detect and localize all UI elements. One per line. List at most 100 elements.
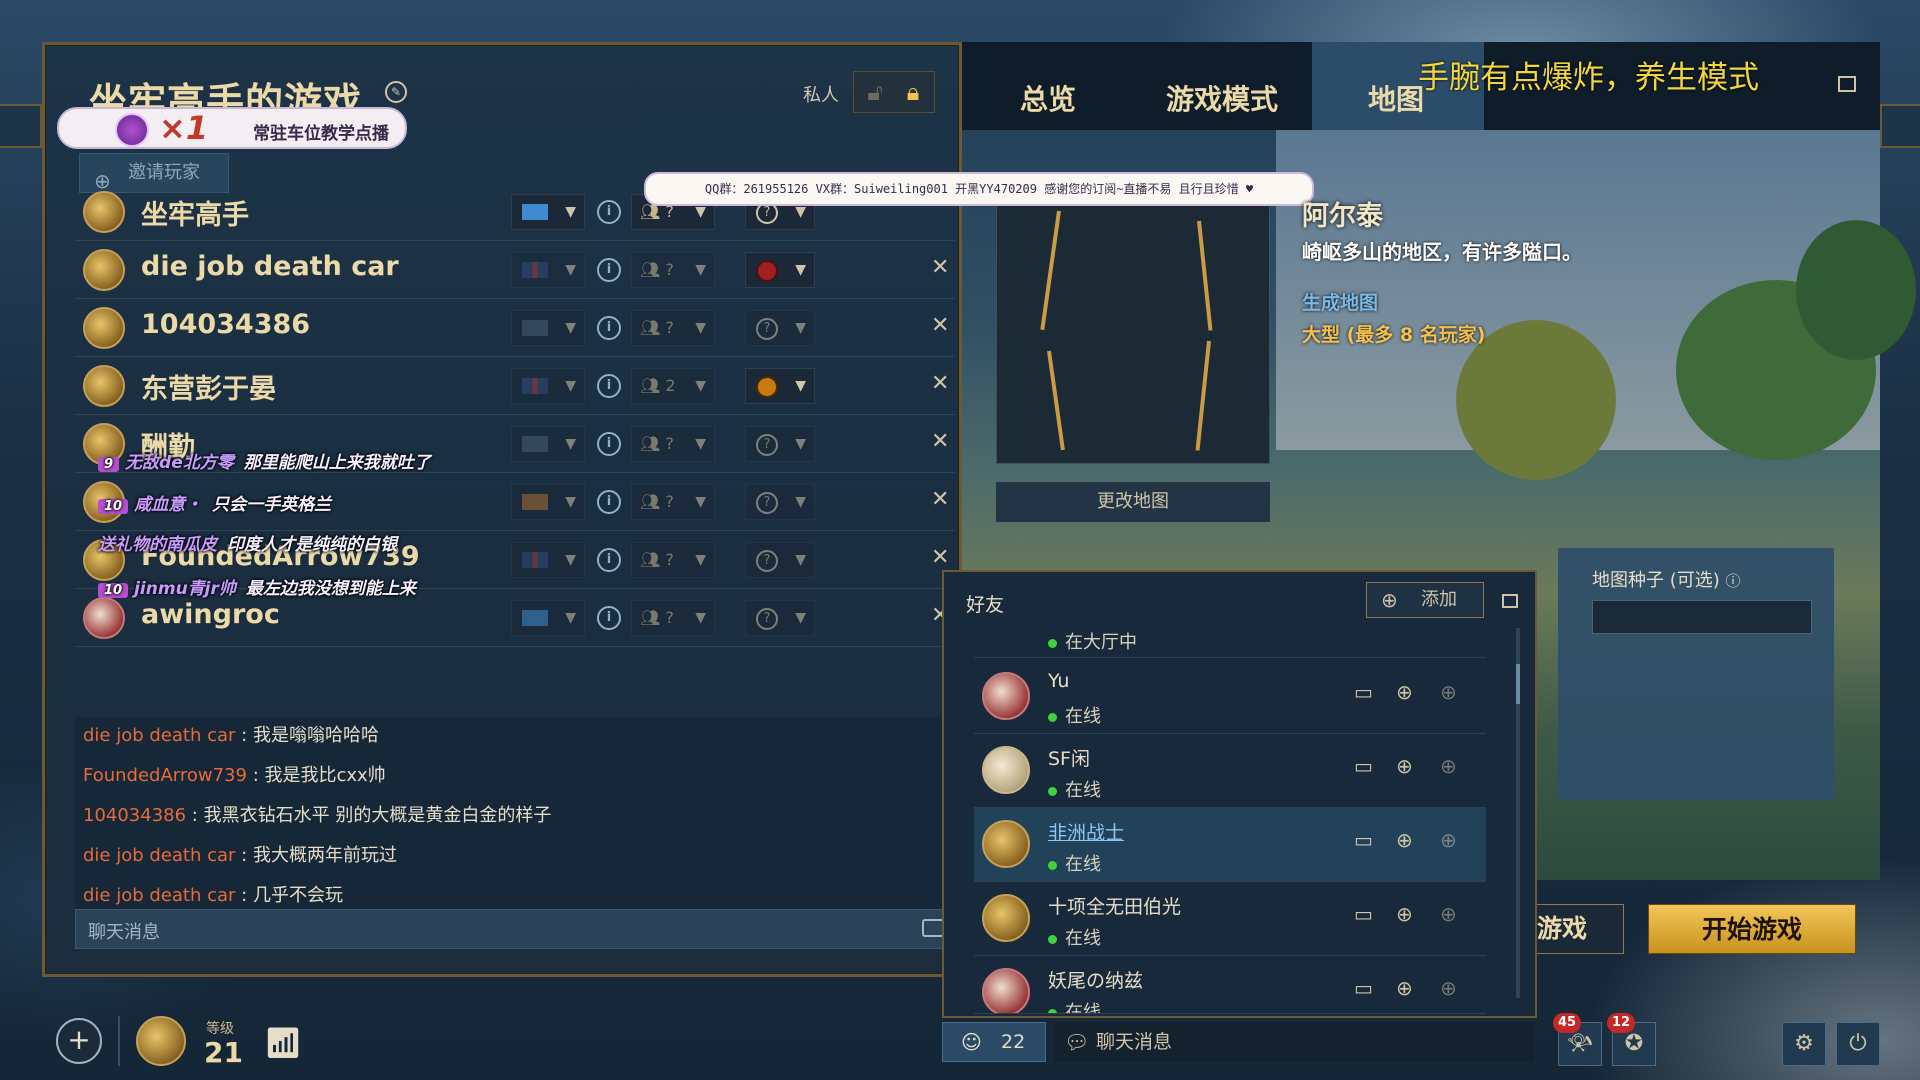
info-icon[interactable]: i <box>597 200 621 224</box>
private-toggle[interactable]: 🔓︎ 🔒︎ <box>853 71 935 113</box>
kick-icon[interactable]: ✕ <box>931 371 949 396</box>
invite-icon[interactable]: ⊕ <box>1396 976 1413 1000</box>
info-icon[interactable]: i <box>597 490 621 514</box>
civ-dropdown[interactable]: ▼ <box>511 252 585 288</box>
message-icon[interactable]: ▭ <box>1354 828 1373 852</box>
message-icon[interactable]: ▭ <box>1354 976 1373 1000</box>
chat-line: die job death car : 我大概两年前玩过 <box>83 845 397 866</box>
kick-icon[interactable]: ✕ <box>931 545 949 570</box>
team-dropdown[interactable]: 👥︎ ? ▼ <box>631 542 715 578</box>
chevron-down-icon: ▼ <box>795 262 806 278</box>
info-icon[interactable]: i <box>597 432 621 456</box>
team-icon: 👥︎ ? <box>640 608 674 627</box>
color-dropdown[interactable]: ▼ <box>745 252 815 288</box>
stream-notice-banner: QQ群：261955126 VX群：Suiweiling001 开黑YY4702… <box>644 172 1314 206</box>
team-dropdown[interactable]: 👥︎ ? ▼ <box>631 310 715 346</box>
team-dropdown[interactable]: 👥︎ ? ▼ <box>631 600 715 636</box>
info-icon[interactable]: i <box>597 374 621 398</box>
player-name: awingroc <box>141 599 280 630</box>
chevron-down-icon: ▼ <box>565 262 576 278</box>
info-icon[interactable]: i <box>597 258 621 282</box>
chevron-down-icon: ▼ <box>565 494 576 510</box>
stream-banner: ×1 常驻车位教学点播 <box>57 107 407 149</box>
civ-dropdown[interactable]: ▼ <box>511 426 585 462</box>
change-map-button[interactable]: 更改地图 <box>996 482 1270 522</box>
chevron-down-icon: ▼ <box>695 320 706 336</box>
info-icon[interactable]: i <box>597 606 621 630</box>
invite-icon[interactable]: ⊕ <box>1396 828 1413 852</box>
color-dropdown[interactable]: ? ▼ <box>745 426 815 462</box>
friend-name: 十项全无田伯光 <box>1048 896 1182 918</box>
team-dropdown[interactable]: 👥︎ 2 ▼ <box>631 368 715 404</box>
leave-game-button[interactable]: 游戏 <box>1528 904 1624 954</box>
generate-map-link[interactable]: 生成地图 <box>1302 288 1378 315</box>
chat-toggle-button[interactable]: 💬︎ 聊天消息 <box>1054 1022 1534 1062</box>
civ-dropdown[interactable]: ▼ <box>511 600 585 636</box>
kick-icon[interactable]: ✕ <box>931 429 949 454</box>
kick-icon[interactable]: ✕ <box>931 255 949 280</box>
start-game-button[interactable]: 开始游戏 <box>1648 904 1856 954</box>
add-party-icon[interactable]: ⊕ <box>1440 902 1457 926</box>
friend-row[interactable]: 非洲战士 在线 ▭ ⊕ ⊕ <box>974 808 1486 882</box>
friend-row[interactable]: 十项全无田伯光 在线 ▭ ⊕ ⊕ <box>974 882 1486 956</box>
color-dropdown[interactable]: ? ▼ <box>745 484 815 520</box>
civ-dropdown[interactable]: ▼ <box>511 310 585 346</box>
scroll-thumb[interactable] <box>1516 664 1520 704</box>
kick-icon[interactable]: ✕ <box>931 313 949 338</box>
friends-scrollbar[interactable] <box>1516 628 1520 998</box>
friend-name[interactable]: 非洲战士 <box>1048 818 1124 845</box>
info-icon[interactable]: ⓘ <box>1726 572 1741 590</box>
color-dropdown[interactable]: ? ▼ <box>745 542 815 578</box>
notifications-button[interactable]: 45 📯︎ <box>1553 1013 1602 1066</box>
civ-dropdown[interactable]: ▼ <box>511 542 585 578</box>
kick-icon[interactable]: ✕ <box>931 487 949 512</box>
danmaku-line: 送礼物的南瓜皮 印度人才是纯纯的白银 <box>98 535 397 555</box>
civ-dropdown[interactable]: ▼ <box>511 368 585 404</box>
stream-title-overlay: 手腕有点爆炸，养生模式 <box>1418 60 1759 96</box>
tab-overview[interactable]: 总览 <box>1020 78 1076 118</box>
add-friend-button[interactable]: ⊕ 添加 <box>1366 582 1484 618</box>
info-icon[interactable]: i <box>597 548 621 572</box>
flag-icon <box>522 494 548 510</box>
rank-badge-icon <box>115 113 149 147</box>
add-party-icon[interactable]: ⊕ <box>1440 680 1457 704</box>
add-party-icon[interactable]: ⊕ <box>1440 976 1457 1000</box>
color-dropdown[interactable]: ? ▼ <box>745 310 815 346</box>
challenges-button[interactable]: 12 ✪ <box>1607 1013 1656 1066</box>
friend-row[interactable]: Yu 在线 ▭ ⊕ ⊕ <box>974 660 1486 734</box>
team-dropdown[interactable]: 👥︎ ? ▼ <box>631 252 715 288</box>
team-dropdown[interactable]: 👥︎ ? ▼ <box>631 484 715 520</box>
friend-row[interactable]: 妖尾の纳兹 在线 ▭ ⊕ ⊕ <box>974 956 1486 1014</box>
message-icon[interactable]: ▭ <box>1354 754 1373 778</box>
info-icon[interactable]: i <box>597 316 621 340</box>
add-button[interactable]: + <box>56 1018 102 1064</box>
add-party-icon[interactable]: ⊕ <box>1440 754 1457 778</box>
civ-dropdown[interactable]: ▼ <box>511 484 585 520</box>
friend-row[interactable]: 在大厅中 <box>974 624 1486 658</box>
friends-toggle-button[interactable]: ☺ 22 <box>942 1022 1046 1062</box>
friends-title: 好友 <box>966 594 1005 616</box>
color-dropdown[interactable]: ? ▼ <box>745 600 815 636</box>
team-dropdown[interactable]: 👥︎ ? ▼ <box>631 426 715 462</box>
invite-icon[interactable]: ⊕ <box>1396 680 1413 704</box>
tab-map[interactable]: 地图 <box>1368 78 1424 118</box>
edit-icon[interactable]: ✎ <box>385 81 407 103</box>
message-icon[interactable]: ▭ <box>1354 902 1373 926</box>
friend-row[interactable]: SF闲 在线 ▭ ⊕ ⊕ <box>974 734 1486 808</box>
minimize-icon[interactable] <box>1838 76 1856 92</box>
add-party-icon[interactable]: ⊕ <box>1440 828 1457 852</box>
color-dropdown[interactable]: ▼ <box>745 368 815 404</box>
invite-icon[interactable]: ⊕ <box>1396 902 1413 926</box>
tab-game-mode[interactable]: 游戏模式 <box>1166 78 1278 118</box>
power-button[interactable]: ⏻ <box>1836 1022 1880 1066</box>
message-icon[interactable]: ▭ <box>1354 680 1373 704</box>
settings-button[interactable]: ⚙ <box>1782 1022 1826 1066</box>
minimize-icon[interactable] <box>1502 594 1518 608</box>
profile-avatar[interactable] <box>136 1016 186 1066</box>
civ-dropdown[interactable]: ▼ <box>511 194 585 230</box>
invite-icon[interactable]: ⊕ <box>1396 754 1413 778</box>
left-edge-tab <box>0 104 42 148</box>
chat-input[interactable]: 聊天消息 <box>75 909 955 949</box>
map-seed-input[interactable] <box>1592 600 1812 634</box>
send-message-icon[interactable] <box>922 919 944 937</box>
